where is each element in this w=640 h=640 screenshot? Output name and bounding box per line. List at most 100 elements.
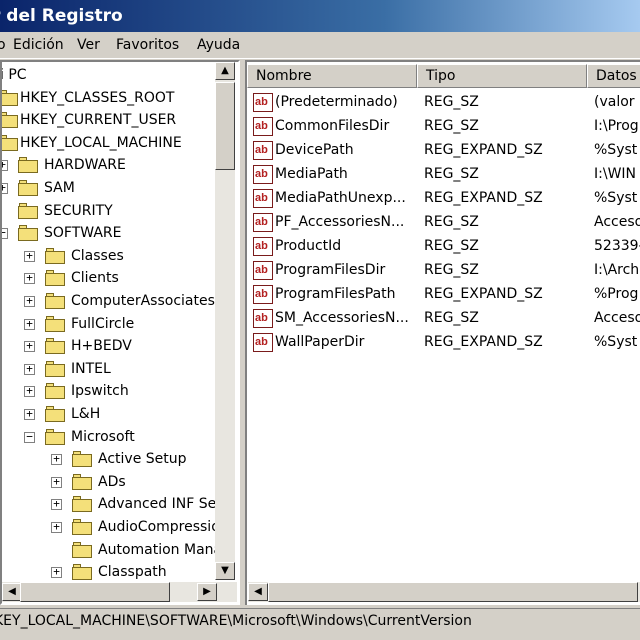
expand-icon[interactable]: + bbox=[24, 294, 35, 307]
list-item[interactable]: ab MediaPathUnexp... REG_EXPAND_SZ %Syst bbox=[247, 187, 640, 211]
expand-icon[interactable]: + bbox=[2, 158, 8, 172]
list-item[interactable]: ab(Predeterminado) REG_SZ (valor n bbox=[247, 91, 640, 115]
list-item[interactable]: ab CommonFilesDir REG_SZ I:\Prog bbox=[247, 115, 640, 139]
tree-item[interactable]: + H+BEDV bbox=[2, 335, 217, 357]
title-bar[interactable]: r del Registro bbox=[0, 0, 640, 32]
tree-item[interactable]: − Microsoft bbox=[2, 426, 217, 448]
expand-icon[interactable]: + bbox=[51, 497, 62, 511]
tree-item[interactable]: + Classes bbox=[2, 245, 217, 267]
tree-item-label: i PC bbox=[0, 67, 27, 83]
column-header-name[interactable]: Nombre bbox=[247, 64, 417, 88]
expand-icon[interactable]: + bbox=[24, 339, 35, 353]
value-type: REG_EXPAND_SZ bbox=[424, 142, 543, 158]
list-horizontal-scroll-thumb[interactable] bbox=[268, 582, 638, 602]
string-value-icon: ab bbox=[253, 237, 273, 256]
value-type: REG_SZ bbox=[424, 262, 479, 278]
list-item[interactable]: ab DevicePath REG_EXPAND_SZ %Syst bbox=[247, 139, 640, 163]
string-value-icon: ab bbox=[253, 189, 273, 208]
horizontal-scroll-thumb[interactable] bbox=[20, 582, 170, 602]
folder-icon bbox=[72, 541, 92, 558]
collapse-icon[interactable]: − bbox=[2, 226, 8, 240]
list-item[interactable]: ab WallPaperDir REG_EXPAND_SZ %Syst bbox=[247, 331, 640, 355]
expand-icon[interactable]: + bbox=[24, 271, 35, 285]
scroll-down-button[interactable]: ▼ bbox=[215, 562, 235, 580]
folder-icon bbox=[45, 315, 65, 332]
expand-icon[interactable]: + bbox=[24, 249, 35, 262]
tree-item[interactable]: + Clients bbox=[2, 267, 217, 289]
folder-icon bbox=[45, 383, 65, 400]
tree-item-label: H+BEDV bbox=[71, 338, 132, 355]
expand-icon[interactable]: + bbox=[51, 565, 62, 579]
tree-item[interactable]: + Classpath bbox=[2, 561, 217, 583]
arrow-left-icon: ◀ bbox=[254, 586, 262, 597]
tree-item[interactable]: Automation Mana bbox=[2, 539, 222, 561]
tree-item[interactable]: i PC bbox=[2, 64, 217, 86]
scroll-right-button[interactable]: ▶ bbox=[197, 583, 217, 601]
expand-icon[interactable]: + bbox=[24, 362, 35, 375]
tree-vertical-scrollbar[interactable]: ▲ ▼ bbox=[215, 62, 235, 580]
expand-icon[interactable]: + bbox=[51, 475, 62, 488]
tree-item[interactable]: SECURITY bbox=[2, 200, 217, 222]
tree-item[interactable]: HKEY_CURRENT_USER bbox=[2, 109, 217, 131]
folder-icon bbox=[2, 134, 18, 151]
column-header-type[interactable]: Tipo bbox=[417, 64, 587, 88]
folder-icon bbox=[18, 225, 38, 242]
menu-edicion[interactable]: Edición bbox=[13, 37, 64, 53]
tree-item[interactable]: + ComputerAssociates bbox=[2, 290, 217, 312]
collapse-icon[interactable]: − bbox=[24, 430, 35, 443]
tree-item[interactable]: + FullCircle bbox=[2, 313, 217, 335]
scroll-left-button[interactable]: ◀ bbox=[2, 583, 22, 601]
expand-icon[interactable]: + bbox=[51, 520, 62, 533]
list-item[interactable]: ab ProgramFilesDir REG_SZ I:\Arch bbox=[247, 259, 640, 283]
tree-item-label: Ipswitch bbox=[71, 383, 129, 400]
tree-item-label: AudioCompressio bbox=[98, 519, 220, 535]
tree-item[interactable]: + HARDWARE bbox=[2, 154, 217, 176]
list-item[interactable]: ab MediaPath REG_SZ I:\WIN bbox=[247, 163, 640, 187]
scroll-up-button[interactable]: ▲ bbox=[215, 62, 235, 80]
tree-item[interactable]: + Active Setup bbox=[2, 448, 217, 470]
value-type: REG_EXPAND_SZ bbox=[424, 334, 543, 350]
expand-icon[interactable]: + bbox=[51, 452, 62, 466]
tree-horizontal-scrollbar[interactable]: ◀ ▶ bbox=[2, 582, 237, 602]
list-item[interactable]: ab PF_AccessoriesN... REG_SZ Acceso bbox=[247, 211, 640, 235]
menu-ver[interactable]: Ver bbox=[77, 37, 100, 53]
folder-icon bbox=[2, 89, 18, 106]
tree-item-label: SOFTWARE bbox=[44, 225, 122, 242]
list-item[interactable]: ab ProductId REG_SZ 52339- bbox=[247, 235, 640, 259]
tree-item[interactable]: + ADs bbox=[2, 471, 217, 493]
expand-icon[interactable]: + bbox=[24, 384, 35, 398]
column-header-data[interactable]: Datos bbox=[587, 64, 640, 88]
list-horizontal-scrollbar[interactable]: ◀ bbox=[248, 582, 640, 602]
menu-ayuda[interactable]: Ayuda bbox=[197, 37, 240, 53]
tree-item[interactable]: HKEY_LOCAL_MACHINE bbox=[2, 132, 217, 154]
scroll-thumb[interactable] bbox=[215, 82, 235, 170]
tree-item[interactable]: HKEY_CLASSES_ROOT bbox=[2, 87, 217, 109]
expand-icon[interactable]: + bbox=[24, 317, 35, 330]
menu-bar: o Edición Ver Favoritos Ayuda bbox=[0, 32, 640, 59]
string-value-icon: ab bbox=[253, 333, 273, 352]
menu-favoritos[interactable]: Favoritos bbox=[116, 37, 179, 53]
string-value-icon: ab bbox=[253, 285, 273, 304]
registry-tree[interactable]: i PC HKEY_CLASSES_ROOT HKEY_CURRENT_USER HK… bbox=[0, 60, 240, 605]
tree-item[interactable]: + AudioCompressio bbox=[2, 516, 220, 538]
string-value-icon: ab bbox=[253, 213, 273, 232]
value-name: MediaPathUnexp... bbox=[275, 190, 406, 206]
values-list[interactable]: Nombre Tipo Datos ab (Predeterminado) REG_… bbox=[245, 60, 640, 605]
list-item[interactable]: ab SM_AccessoriesN... REG_SZ Acceso bbox=[247, 307, 640, 331]
tree-item[interactable]: + Ipswitch bbox=[2, 380, 217, 402]
tree-item[interactable]: − SOFTWARE bbox=[2, 222, 217, 244]
menu-archivo[interactable]: o bbox=[0, 37, 6, 53]
folder-icon bbox=[72, 473, 92, 490]
tree-item-label: ADs bbox=[98, 473, 126, 490]
list-item[interactable]: ab ProgramFilesPath REG_EXPAND_SZ %Prog bbox=[247, 283, 640, 307]
tree-item[interactable]: + INTEL bbox=[2, 358, 217, 380]
value-type: REG_SZ bbox=[424, 214, 479, 230]
tree-item[interactable]: + Advanced INF Se bbox=[2, 493, 217, 515]
status-path: KEY_LOCAL_MACHINE\SOFTWARE\Microsoft\Win… bbox=[0, 613, 472, 629]
expand-icon[interactable]: + bbox=[24, 407, 35, 420]
list-scroll-left-button[interactable]: ◀ bbox=[248, 583, 268, 601]
expand-icon[interactable]: + bbox=[2, 181, 8, 194]
tree-item[interactable]: + SAM bbox=[2, 177, 217, 199]
value-name: PF_AccessoriesN... bbox=[275, 214, 405, 230]
tree-item[interactable]: + L&H bbox=[2, 403, 217, 425]
